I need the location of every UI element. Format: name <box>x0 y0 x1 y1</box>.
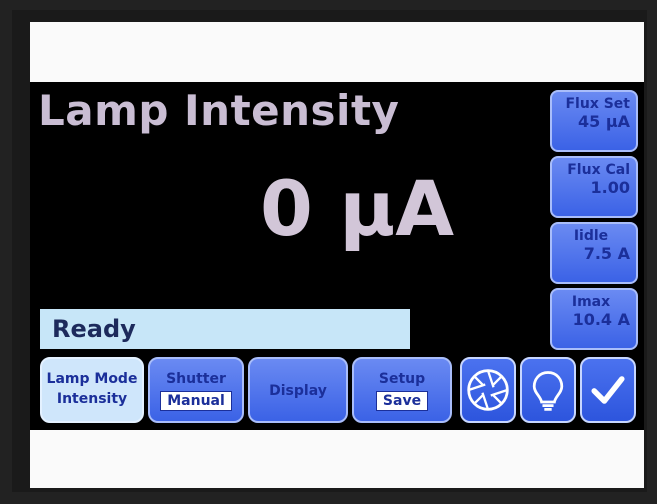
checkmark-icon <box>591 376 625 404</box>
shutter-label: Shutter <box>166 371 226 387</box>
status-bar: Ready <box>40 309 410 349</box>
shutter-button[interactable]: Shutter Manual <box>148 357 244 423</box>
setup-save-value: Save <box>375 391 429 411</box>
flux-cal-button[interactable]: Flux Cal 1.00 <box>550 156 638 218</box>
flux-cal-value: 1.00 <box>590 178 630 197</box>
confirm-button[interactable] <box>580 357 636 423</box>
flux-set-button[interactable]: Flux Set 45 µA <box>550 90 638 152</box>
intensity-reading: 0 µA <box>260 164 455 253</box>
flux-set-value: 45 µA <box>578 112 630 131</box>
lamp-mode-value: Intensity <box>56 391 128 407</box>
setup-button[interactable]: Setup Save <box>352 357 452 423</box>
imax-value: 10.4 A <box>572 310 630 329</box>
lamp-mode-button[interactable]: Lamp Mode Intensity <box>40 357 144 423</box>
shutter-value: Manual <box>160 391 232 411</box>
aperture-button[interactable] <box>460 357 516 423</box>
display-label: Display <box>269 383 327 399</box>
iidle-button[interactable]: Iidle 7.5 A <box>550 222 638 284</box>
aperture-icon <box>467 369 509 411</box>
page-title: Lamp Intensity <box>38 86 400 135</box>
lightbulb-icon <box>532 371 564 411</box>
flux-cal-label: Flux Cal <box>567 162 630 178</box>
lightbulb-button[interactable] <box>520 357 576 423</box>
top-bezel <box>30 22 644 82</box>
bottom-bezel <box>30 430 644 488</box>
setup-label: Setup <box>378 371 426 387</box>
lcd-screen: Lamp Intensity 0 µA Flux Set 45 µA Flux … <box>30 82 644 430</box>
lamp-mode-label: Lamp Mode <box>46 371 138 387</box>
iidle-value: 7.5 A <box>583 244 630 263</box>
imax-button[interactable]: Imax 10.4 A <box>550 288 638 350</box>
iidle-label: Iidle <box>573 228 609 244</box>
flux-set-label: Flux Set <box>565 96 630 112</box>
imax-label: Imax <box>571 294 611 310</box>
display-button[interactable]: Display <box>248 357 348 423</box>
